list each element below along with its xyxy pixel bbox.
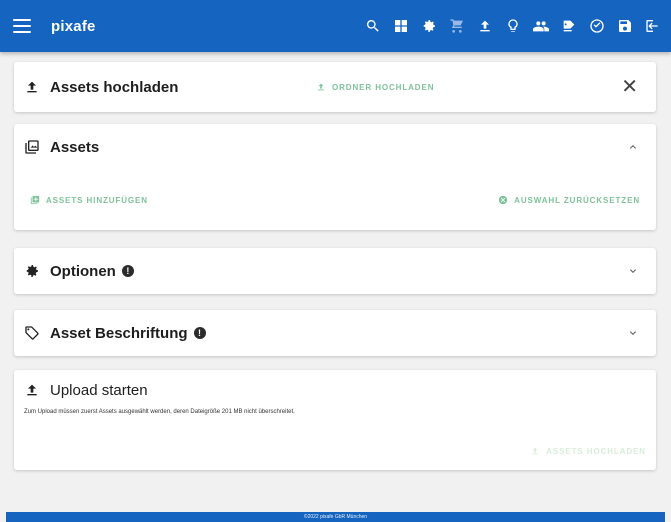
chevron-down-icon[interactable] <box>626 326 640 340</box>
upload-icon <box>24 79 40 95</box>
save-icon[interactable] <box>611 12 639 40</box>
upload-card-title: Assets hochladen <box>50 78 179 96</box>
upload-requirements-note: Zum Upload müssen zuerst Assets ausgewäh… <box>24 409 295 415</box>
settings-icon[interactable] <box>415 12 443 40</box>
upload-assets-button[interactable]: ASSETS HOCHLADEN <box>530 446 646 456</box>
toolbar-actions <box>359 0 667 52</box>
photo-library-icon <box>24 139 40 155</box>
add-assets-button[interactable]: ASSETS HINZUFÜGEN <box>30 195 148 205</box>
upload-icon[interactable] <box>471 12 499 40</box>
info-icon[interactable]: ! <box>121 265 134 277</box>
options-card[interactable]: Optionen ! <box>14 248 656 294</box>
app-toolbar: pixafe <box>0 0 671 52</box>
labels-icon[interactable] <box>555 12 583 40</box>
menu-icon[interactable] <box>13 19 31 33</box>
reset-selection-button[interactable]: AUSWAHL ZURÜCKSETZEN <box>498 195 640 205</box>
upload-folder-label: ORDNER HOCHLADEN <box>332 82 435 92</box>
app-brand[interactable]: pixafe <box>51 18 96 35</box>
cancel-icon <box>498 195 508 205</box>
upload-folder-button[interactable]: ORDNER HOCHLADEN <box>316 82 434 92</box>
chevron-up-icon[interactable] <box>626 140 640 154</box>
upload-icon <box>532 447 539 455</box>
lightbulb-icon[interactable] <box>499 12 527 40</box>
upload-assets-card: Assets hochladen ORDNER HOCHLADEN ✕ <box>14 62 656 112</box>
caption-card-title: Asset Beschriftung <box>50 324 188 342</box>
settings-icon <box>24 263 40 279</box>
reset-selection-label: AUSWAHL ZURÜCKSETZEN <box>514 195 640 205</box>
assets-card-title: Assets <box>50 138 100 156</box>
info-icon[interactable]: ! <box>193 327 206 339</box>
upload-assets-label: ASSETS HOCHLADEN <box>546 446 646 456</box>
library-add-icon <box>30 195 40 205</box>
options-card-title: Optionen <box>50 262 116 280</box>
add-assets-label: ASSETS HINZUFÜGEN <box>46 195 148 205</box>
assets-card: Assets ASSETS HINZUFÜGEN AUSWAHL ZURÜCKS… <box>14 124 656 230</box>
asset-caption-card[interactable]: Asset Beschriftung ! <box>14 310 656 356</box>
upload-icon <box>318 83 324 91</box>
label-icon <box>24 325 40 341</box>
logout-icon[interactable] <box>639 12 667 40</box>
search-icon[interactable] <box>359 12 387 40</box>
people-icon[interactable] <box>527 12 555 40</box>
start-upload-card: Upload starten Zum Upload müssen zuerst … <box>14 370 656 470</box>
dashboard-icon[interactable] <box>387 12 415 40</box>
footer-copyright: ©2022 pixafe GbR München <box>303 514 368 520</box>
cart-icon[interactable] <box>443 12 471 40</box>
check-circle-icon[interactable] <box>583 12 611 40</box>
start-upload-title: Upload starten <box>50 381 148 399</box>
footer: ©2022 pixafe GbR München <box>6 512 665 522</box>
upload-icon <box>24 382 40 398</box>
chevron-down-icon[interactable] <box>626 264 640 278</box>
close-icon[interactable]: ✕ <box>621 77 638 97</box>
